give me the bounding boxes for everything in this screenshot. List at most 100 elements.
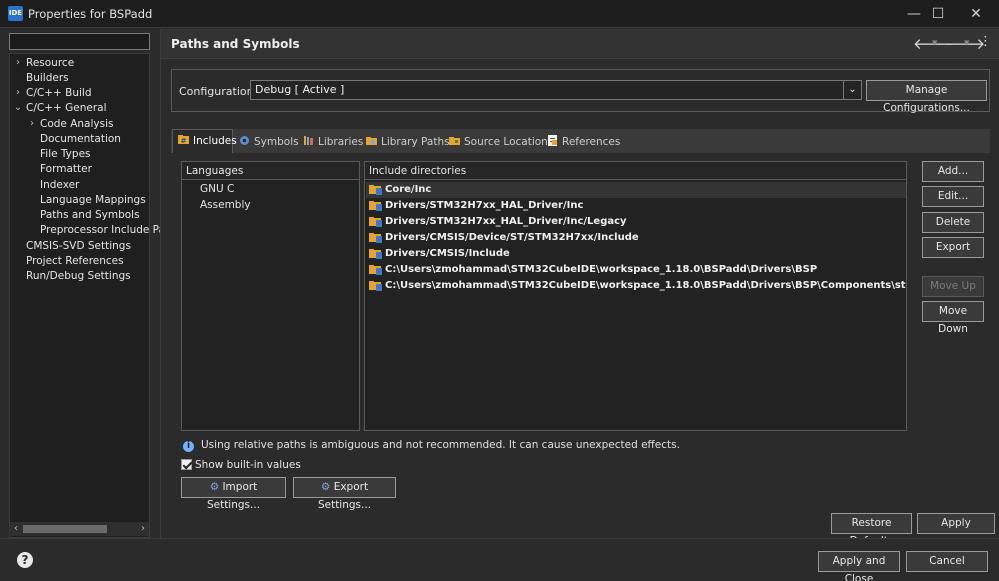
add-button[interactable]: Add... xyxy=(922,161,984,182)
sidebar-horizontal-scrollbar[interactable]: ‹ › xyxy=(10,522,149,536)
move-down-button[interactable]: Move Down xyxy=(922,301,984,335)
scrollbar-thumb[interactable] xyxy=(23,525,107,533)
list-item[interactable]: C:\Users\zmohammad\STM32CubeIDE\workspac… xyxy=(366,278,906,294)
scroll-right-icon[interactable]: › xyxy=(137,522,149,536)
references-icon xyxy=(548,135,557,146)
export-button[interactable]: Export xyxy=(922,237,984,258)
tab-source-location[interactable]: Source Location xyxy=(449,131,548,153)
back-dropdown-icon[interactable]: ▼ xyxy=(932,39,937,47)
sidebar-item-project-references[interactable]: Project References xyxy=(26,254,124,269)
ide-app-icon: IDE xyxy=(8,6,23,21)
languages-list[interactable]: Languages GNU C Assembly xyxy=(181,161,360,431)
cancel-button[interactable]: Cancel xyxy=(906,551,988,572)
include-folder-icon xyxy=(369,233,382,243)
tab-source-location-label: Source Location xyxy=(464,136,548,148)
tab-bar: # Includes Symbols Libraries Library Path… xyxy=(171,129,990,153)
list-item[interactable]: Core/Inc xyxy=(366,182,906,198)
forward-dropdown-icon[interactable]: ▼ xyxy=(964,39,969,47)
view-menu-icon[interactable]: ⋮ xyxy=(979,34,992,49)
tab-includes[interactable]: # Includes xyxy=(172,129,237,153)
include-path: Drivers/CMSIS/Device/ST/STM32H7xx/Includ… xyxy=(385,232,639,243)
tab-symbols[interactable]: Symbols xyxy=(239,131,299,153)
include-path: C:\Users\zmohammad\STM32CubeIDE\workspac… xyxy=(385,264,818,275)
list-item[interactable]: C:\Users\zmohammad\STM32CubeIDE\workspac… xyxy=(366,262,906,278)
sidebar-item-cpp-general[interactable]: C/C++ General xyxy=(26,101,107,116)
sidebar-item-formatter[interactable]: Formatter xyxy=(40,162,92,177)
window-title: Properties for BSPadd xyxy=(28,7,153,21)
sidebar-item-file-types[interactable]: File Types xyxy=(40,147,91,162)
chevron-down-icon[interactable]: ⌄ xyxy=(13,102,23,113)
sidebar-item-paths-and-symbols[interactable]: Paths and Symbols xyxy=(40,208,140,223)
sidebar-item-preprocessor-include[interactable]: Preprocessor Include Pat xyxy=(40,223,169,238)
apply-and-close-button[interactable]: Apply and Close xyxy=(818,551,900,581)
language-item[interactable]: GNU C xyxy=(200,183,234,195)
include-path: Drivers/CMSIS/Include xyxy=(385,248,510,259)
manage-configurations-button[interactable]: Manage Configurations... xyxy=(866,80,987,114)
import-settings-button[interactable]: ⚙ Import Settings... xyxy=(181,477,286,511)
include-folder-icon xyxy=(369,265,382,275)
tab-references[interactable]: References xyxy=(547,131,620,153)
show-builtin-values-row[interactable]: Show built-in values xyxy=(181,459,301,471)
language-item[interactable]: Assembly xyxy=(200,199,251,211)
title-bar: IDE Properties for BSPadd — ☐ ✕ xyxy=(0,0,999,28)
sidebar-item-code-analysis[interactable]: Code Analysis xyxy=(40,117,113,132)
configuration-label: Configuration: xyxy=(179,85,258,98)
restore-defaults-button[interactable]: Restore Defaults xyxy=(831,513,912,547)
list-item[interactable]: Drivers/STM32H7xx_HAL_Driver/Inc xyxy=(366,198,906,214)
chevron-right-icon[interactable]: › xyxy=(13,87,23,98)
sidebar-item-resource[interactable]: Resource xyxy=(26,56,74,71)
scroll-left-icon[interactable]: ‹ xyxy=(10,522,22,536)
sidebar-item-cpp-build[interactable]: C/C++ Build xyxy=(26,86,92,101)
edit-button[interactable]: Edit... xyxy=(922,186,984,207)
delete-button[interactable]: Delete xyxy=(922,212,984,233)
export-settings-button[interactable]: ⚙ Export Settings... xyxy=(293,477,396,511)
sidebar-item-run-debug[interactable]: Run/Debug Settings xyxy=(26,269,131,284)
dialog-footer: ? Apply and Close Cancel xyxy=(0,538,999,581)
page-title: Paths and Symbols xyxy=(171,37,300,51)
list-item[interactable]: Drivers/CMSIS/Include xyxy=(366,246,906,262)
relative-paths-warning: i Using relative paths is ambiguous and n… xyxy=(183,439,680,452)
tab-references-label: References xyxy=(562,136,621,148)
sidebar-item-indexer[interactable]: Indexer xyxy=(40,178,79,193)
list-item[interactable]: Drivers/CMSIS/Device/ST/STM32H7xx/Includ… xyxy=(366,230,906,246)
sidebar-item-builders[interactable]: Builders xyxy=(26,71,69,86)
close-button[interactable]: ✕ xyxy=(953,0,999,28)
tab-symbols-label: Symbols xyxy=(254,136,299,148)
include-path: Core/Inc xyxy=(385,184,432,195)
configuration-select[interactable]: Debug [ Active ] ⌄ xyxy=(250,80,862,100)
include-directories-list[interactable]: Include directories Core/Inc Drivers/STM… xyxy=(364,161,907,431)
info-text: Using relative paths is ambiguous and no… xyxy=(201,439,680,451)
libraries-icon xyxy=(304,136,313,145)
chevron-down-icon[interactable]: ⌄ xyxy=(843,81,861,99)
filter-input[interactable] xyxy=(9,33,150,50)
list-item[interactable]: Drivers/STM32H7xx_HAL_Driver/Inc/Legacy xyxy=(366,214,906,230)
symbols-icon xyxy=(240,136,249,145)
includes-icon: # xyxy=(178,135,189,145)
sidebar-item-cmsis-svd[interactable]: CMSIS-SVD Settings xyxy=(26,239,131,254)
include-directories-header: Include directories xyxy=(365,162,906,180)
chevron-right-icon[interactable]: › xyxy=(27,118,37,129)
svg-text:#: # xyxy=(181,137,187,145)
library-paths-icon xyxy=(366,137,377,145)
tab-libraries[interactable]: Libraries xyxy=(303,131,363,153)
configuration-value: Debug [ Active ] xyxy=(255,83,345,96)
info-icon: i xyxy=(183,441,194,452)
include-folder-icon xyxy=(369,281,382,291)
apply-button[interactable]: Apply xyxy=(917,513,995,534)
tab-library-paths[interactable]: Library Paths xyxy=(366,131,450,153)
include-folder-icon xyxy=(369,201,382,211)
languages-header: Languages xyxy=(182,162,359,180)
help-icon[interactable]: ? xyxy=(17,552,33,568)
main-panel: Paths and Symbols 🡐 ▼ 🡒 ▼ ⋮ Configuratio… xyxy=(160,29,999,547)
tab-libraries-label: Libraries xyxy=(318,136,364,148)
tab-library-paths-label: Library Paths xyxy=(381,136,450,148)
include-folder-icon xyxy=(369,185,382,195)
show-builtin-values-checkbox[interactable] xyxy=(181,459,192,470)
move-up-button[interactable]: Move Up xyxy=(922,276,984,297)
include-folder-icon xyxy=(369,217,382,227)
sidebar-item-language-mappings[interactable]: Language Mappings xyxy=(40,193,146,208)
sidebar-item-documentation[interactable]: Documentation xyxy=(40,132,121,147)
export-settings-icon: ⚙ xyxy=(320,481,331,493)
import-settings-icon: ⚙ xyxy=(209,481,220,493)
chevron-right-icon[interactable]: › xyxy=(13,57,23,68)
